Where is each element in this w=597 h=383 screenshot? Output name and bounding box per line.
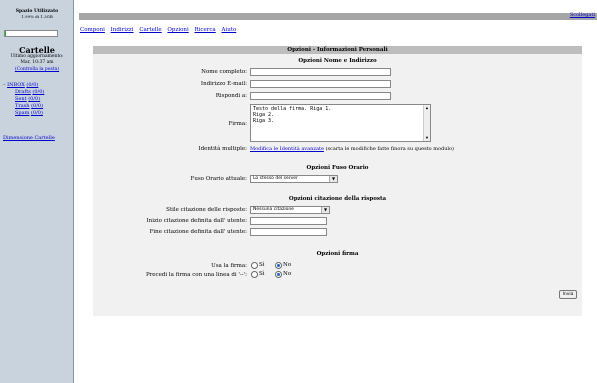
folder-count: (0/0)	[26, 82, 39, 88]
folder-item-spam[interactable]: Spam (0/0)	[3, 110, 73, 117]
folder-name[interactable]: Drafts	[15, 89, 31, 95]
signature-scrollbar[interactable]: ▲ ▼	[423, 105, 430, 141]
last-update-label: Ultimo aggiornamento:	[10, 54, 64, 59]
email-field[interactable]	[250, 80, 391, 88]
prefix-signature-yes-radio[interactable]	[251, 271, 258, 278]
identities-note: (scarta le modifiche fatte finora su que…	[325, 146, 454, 152]
quota-bar-fill	[5, 31, 7, 36]
folder-name[interactable]: Spam	[15, 110, 29, 116]
prefix-signature-label: Precedi la firma con una linea di '--':	[145, 272, 247, 278]
folder-size-link[interactable]: Dimensione Cartelle	[3, 135, 55, 141]
signature-line: Riga 3.	[253, 118, 275, 124]
folder-count: (0/0)	[32, 89, 45, 95]
chevron-down-icon[interactable]: ▼	[321, 207, 329, 213]
use-signature-no-label: No	[283, 262, 292, 268]
main-menu: Componi Indirizzi Cartelle Opzioni Ricer…	[80, 27, 240, 33]
menu-options[interactable]: Opzioni	[167, 27, 188, 33]
email-label: Indirizzo E-mail:	[200, 81, 247, 87]
scroll-up-icon[interactable]: ▲	[424, 105, 430, 111]
signature-label: Firma:	[228, 121, 247, 127]
row-prefix-signature: Precedi la firma con una linea di '--': …	[93, 271, 582, 281]
signout-link[interactable]: Scollegati	[570, 12, 595, 18]
full-name-label: Nome completo:	[201, 69, 247, 75]
use-signature-yes-label: Sì	[259, 262, 265, 268]
quota-bar	[4, 30, 58, 37]
folder-item-sent[interactable]: Sent (0/0)	[3, 96, 73, 103]
row-email: Indirizzo E-mail:	[93, 80, 582, 90]
timezone-section-title: Opzioni Fuso Orario	[306, 165, 369, 171]
signature-textarea[interactable]: Testo della firma. Riga 1. Riga 2. Riga …	[250, 104, 431, 142]
full-name-field[interactable]	[250, 68, 391, 76]
menu-help[interactable]: Aiuto	[221, 27, 236, 33]
reply-end-field[interactable]	[250, 228, 327, 236]
row-reply-to: Rispondi a:	[93, 92, 582, 102]
reply-style-value: Nessuna citazione	[253, 207, 294, 212]
check-mail-link[interactable]: (Controlla la posta)	[0, 67, 74, 72]
reply-style-label: Stile citazione delle risposte:	[166, 207, 247, 213]
identities-link[interactable]: Modifica le Identità avanzate	[250, 146, 324, 152]
options-header-title: Opzioni - Informazioni Personali	[287, 47, 388, 53]
last-update-time: Mar, 10:37 am	[20, 59, 54, 65]
reply-section-title: Opzioni citazione della risposta	[288, 196, 387, 202]
prefix-signature-no-radio[interactable]	[275, 271, 282, 278]
top-bar: Scollegati	[79, 12, 597, 20]
folder-item-inbox[interactable]: – INBOX (0/0)	[3, 82, 73, 89]
signature-section-title: Opzioni firma	[316, 251, 359, 257]
reply-start-label: Inizio citazione definita dall' utente:	[146, 218, 247, 224]
reply-to-label: Rispondi a:	[215, 93, 247, 99]
collapse-icon[interactable]: –	[3, 82, 6, 88]
reply-to-field[interactable]	[250, 92, 391, 100]
row-timezone: Fuso Orario attuale: Lo stesso del serve…	[93, 175, 582, 185]
reply-end-label: Fine citazione definita dall' utente:	[149, 229, 247, 235]
folder-name[interactable]: Trash	[15, 103, 30, 109]
options-panel: Opzioni - Informazioni Personali Opzioni…	[93, 46, 582, 316]
submit-button[interactable]: Invia	[559, 290, 577, 299]
row-reply-end: Fine citazione definita dall' utente:	[93, 228, 582, 238]
menu-compose[interactable]: Componi	[80, 27, 105, 33]
timezone-select[interactable]: Lo stesso del server ▼	[250, 175, 338, 183]
row-identities: Identità multiple: Modifica le Identità …	[93, 145, 582, 155]
folder-name[interactable]: Sent	[15, 96, 27, 102]
prefix-signature-yes-label: Sì	[259, 271, 265, 277]
folder-count: (0/0)	[31, 103, 44, 109]
use-signature-label: Usa la firma:	[211, 263, 247, 269]
timezone-label: Fuso Orario attuale:	[190, 176, 248, 182]
menu-addresses[interactable]: Indirizzi	[111, 27, 134, 33]
use-signature-yes-radio[interactable]	[251, 262, 258, 269]
quota-text: 1.99% di 1.3GB	[21, 14, 53, 19]
name-section-title: Opzioni Nome e Indirizzo	[298, 58, 377, 64]
identities-label: Identità multiple:	[198, 146, 247, 152]
folder-list: – INBOX (0/0) Drafts (0/0) Sent (0/0) Tr…	[3, 82, 73, 117]
reply-start-field[interactable]	[250, 217, 327, 225]
prefix-signature-no-label: No	[283, 271, 292, 277]
use-signature-no-radio[interactable]	[275, 262, 282, 269]
menu-search[interactable]: Ricerca	[194, 27, 215, 33]
folder-count: (0/0)	[28, 96, 41, 102]
chevron-down-icon[interactable]: ▼	[329, 176, 337, 182]
options-header: Opzioni - Informazioni Personali	[93, 46, 582, 54]
row-reply-start: Inizio citazione definita dall' utente:	[93, 217, 582, 227]
left-sidebar: Spazio Utilizzato 1.99% di 1.3GB Cartell…	[0, 0, 74, 383]
reply-style-select[interactable]: Nessuna citazione ▼	[250, 206, 330, 214]
row-reply-style: Stile citazione delle risposte: Nessuna …	[93, 206, 582, 216]
menu-folders[interactable]: Cartelle	[139, 27, 161, 33]
folder-item-trash[interactable]: Trash (0/0)	[3, 103, 73, 110]
scroll-down-icon[interactable]: ▼	[424, 135, 430, 141]
timezone-value: Lo stesso del server	[253, 176, 298, 181]
folder-item-drafts[interactable]: Drafts (0/0)	[3, 89, 73, 96]
folder-name[interactable]: INBOX	[7, 82, 25, 88]
last-update: Ultimo aggiornamento: Mar, 10:37 am	[0, 54, 74, 65]
row-full-name: Nome completo:	[93, 68, 582, 78]
folder-count: (0/0)	[30, 110, 43, 116]
